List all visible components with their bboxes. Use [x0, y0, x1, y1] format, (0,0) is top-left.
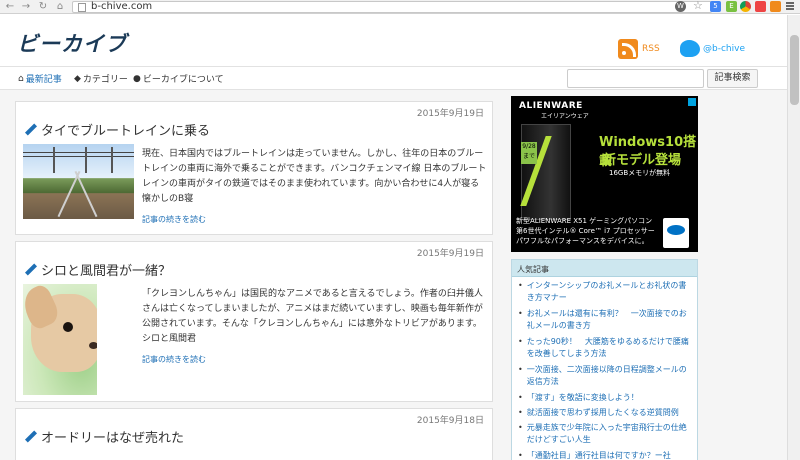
- bookmark-icon[interactable]: [755, 1, 766, 12]
- chrome-apps-icon[interactable]: [740, 1, 751, 12]
- popular-item[interactable]: • たった90秒！ 大腰筋をゆるめるだけで腰痛を改善してしまう方法: [518, 336, 693, 360]
- info-icon: ●: [133, 73, 141, 84]
- rss-label: RSS: [642, 44, 660, 54]
- nav-item-label: ビーカイブについて: [142, 75, 224, 85]
- article-title[interactable]: オードリーはなぜ売れた: [24, 427, 184, 446]
- tag-icon: ◆: [74, 73, 81, 84]
- ad-badge: 9/28まで: [521, 142, 537, 164]
- nav-item-label: カテゴリー: [82, 75, 128, 85]
- popular-heading: 人気記事: [512, 260, 697, 277]
- address-bar[interactable]: b-chive.com: [72, 1, 712, 13]
- page-icon: [78, 3, 86, 12]
- ad-headline-2: 新モデル登場: [603, 153, 682, 168]
- evernote-icon[interactable]: E: [726, 1, 737, 12]
- translate-icon[interactable]: 5: [710, 1, 721, 12]
- nav-item-category[interactable]: ◆ カテゴリー: [74, 72, 128, 86]
- nav-item-label: 最新記事: [25, 75, 62, 85]
- nav-item-about[interactable]: ● ビーカイブについて: [133, 72, 224, 86]
- search-input[interactable]: [567, 69, 704, 88]
- article-thumbnail[interactable]: [23, 284, 97, 395]
- article-excerpt: 現在、日本国内ではブルートレインは走っていません。しかし、往年の日本のブルートレ…: [142, 149, 487, 204]
- article-thumbnail[interactable]: [23, 144, 134, 219]
- ad-subtext: 16GBメモリが無料: [609, 169, 671, 177]
- article-card: 2015年9月19日 シロと風間君が一緒？ 「クレヨンしんちゃん」は国民的なアニ…: [15, 241, 493, 402]
- rss-icon: [618, 39, 638, 59]
- popular-item[interactable]: • 元暴走族で少年院に入った宇宙飛行士の仕絶だけどすごい人生: [518, 422, 693, 446]
- popular-item[interactable]: • 一次面接、二次面接以降の日程調整メールの返信方法: [518, 364, 693, 388]
- nav-item-latest[interactable]: ⌂ 最新記事: [18, 72, 62, 86]
- browser-toolbar: ← → ↻ ⌂ b-chive.com ☆ W 5 E: [0, 0, 800, 14]
- wordpress-icon[interactable]: W: [675, 1, 686, 12]
- web-page: ビーカイブ RSS @b-chive ⌂ 最新記事 ◆ カテゴリー ● ビーカイ…: [0, 15, 787, 460]
- ad-copy: 新型ALIENWARE X51 ゲーミングパソコン 第6世代インテル® Core…: [516, 217, 655, 245]
- pencil-icon: [24, 123, 37, 136]
- home-icon[interactable]: ⌂: [53, 1, 67, 13]
- profile-icon[interactable]: [770, 1, 781, 12]
- article-title-text: シロと風間君が一緒？: [41, 264, 172, 279]
- ad-choices-icon[interactable]: [688, 98, 696, 106]
- ad-brand-sub: エイリアンウェア: [541, 113, 589, 120]
- twitter-label: @b-chive: [703, 43, 745, 54]
- reload-icon[interactable]: ↻: [36, 1, 50, 13]
- article-date: 2015年9月19日: [416, 249, 484, 259]
- popular-item[interactable]: • 「通勤社目」通行社目は何ですか？ー社: [518, 450, 693, 460]
- search-button[interactable]: 記事検索: [707, 69, 758, 88]
- article-title[interactable]: タイでブルートレインに乗る: [24, 120, 210, 139]
- popular-item[interactable]: • インターンシップのお礼メールとお礼状の書き方マナー: [518, 280, 693, 304]
- pencil-icon: [24, 263, 37, 276]
- page-scrollbar[interactable]: [787, 15, 800, 460]
- sidebar-ad[interactable]: ALIENWARE エイリアンウェア 9/28まで Windows10搭載 新モ…: [511, 96, 698, 252]
- popular-item[interactable]: • お礼メールは還有に有利？ 一次面接でのお礼メールの書き方: [518, 308, 693, 332]
- bookmark-star-icon[interactable]: ☆: [693, 0, 703, 12]
- main-nav: ⌂ 最新記事 ◆ カテゴリー ● ビーカイブについて 記事検索: [0, 66, 787, 90]
- popular-articles: 人気記事 • インターンシップのお礼メールとお礼状の書き方マナー • お礼メールは還…: [511, 259, 698, 460]
- popular-item[interactable]: • 「渡す」を敬語に変換しよう！: [518, 392, 693, 404]
- rss-link[interactable]: RSS: [618, 39, 660, 59]
- read-more-link[interactable]: 記事の続きを読む: [142, 354, 206, 365]
- article-card: 2015年9月19日 タイでブルートレインに乗る 現在、日本国内ではブルートレイ…: [15, 101, 493, 235]
- site-logo[interactable]: ビーカイブ: [17, 28, 127, 58]
- ad-brand: ALIENWARE: [519, 101, 583, 111]
- address-url: b-chive.com: [91, 1, 153, 12]
- article-excerpt: 「クレヨンしんちゃん」は国民的なアニメであると言えるでしょう。作者の臼井儀人さん…: [142, 289, 483, 344]
- home-icon: ⌂: [18, 73, 24, 84]
- article-title-text: タイでブルートレインに乗る: [41, 124, 211, 139]
- site-header: ビーカイブ RSS @b-chive: [0, 15, 787, 66]
- pencil-icon: [24, 430, 37, 443]
- article-date: 2015年9月19日: [416, 109, 484, 119]
- popular-item[interactable]: • 就活面接で思わず採用したくなる逆質問例: [518, 407, 693, 419]
- menu-icon[interactable]: [786, 1, 796, 12]
- article-title-text: オードリーはなぜ売れた: [41, 431, 185, 446]
- scrollbar-thumb[interactable]: [790, 35, 799, 105]
- article-title[interactable]: シロと風間君が一緒？: [24, 260, 171, 279]
- back-icon[interactable]: ←: [3, 1, 17, 13]
- read-more-link[interactable]: 記事の続きを読む: [142, 214, 206, 225]
- intel-logo-icon: [663, 218, 689, 248]
- article-date: 2015年9月18日: [416, 416, 484, 426]
- twitter-icon: [680, 40, 700, 57]
- article-card: 2015年9月18日 オードリーはなぜ売れた: [15, 408, 493, 460]
- forward-icon[interactable]: →: [19, 1, 33, 13]
- twitter-link[interactable]: @b-chive: [680, 40, 745, 57]
